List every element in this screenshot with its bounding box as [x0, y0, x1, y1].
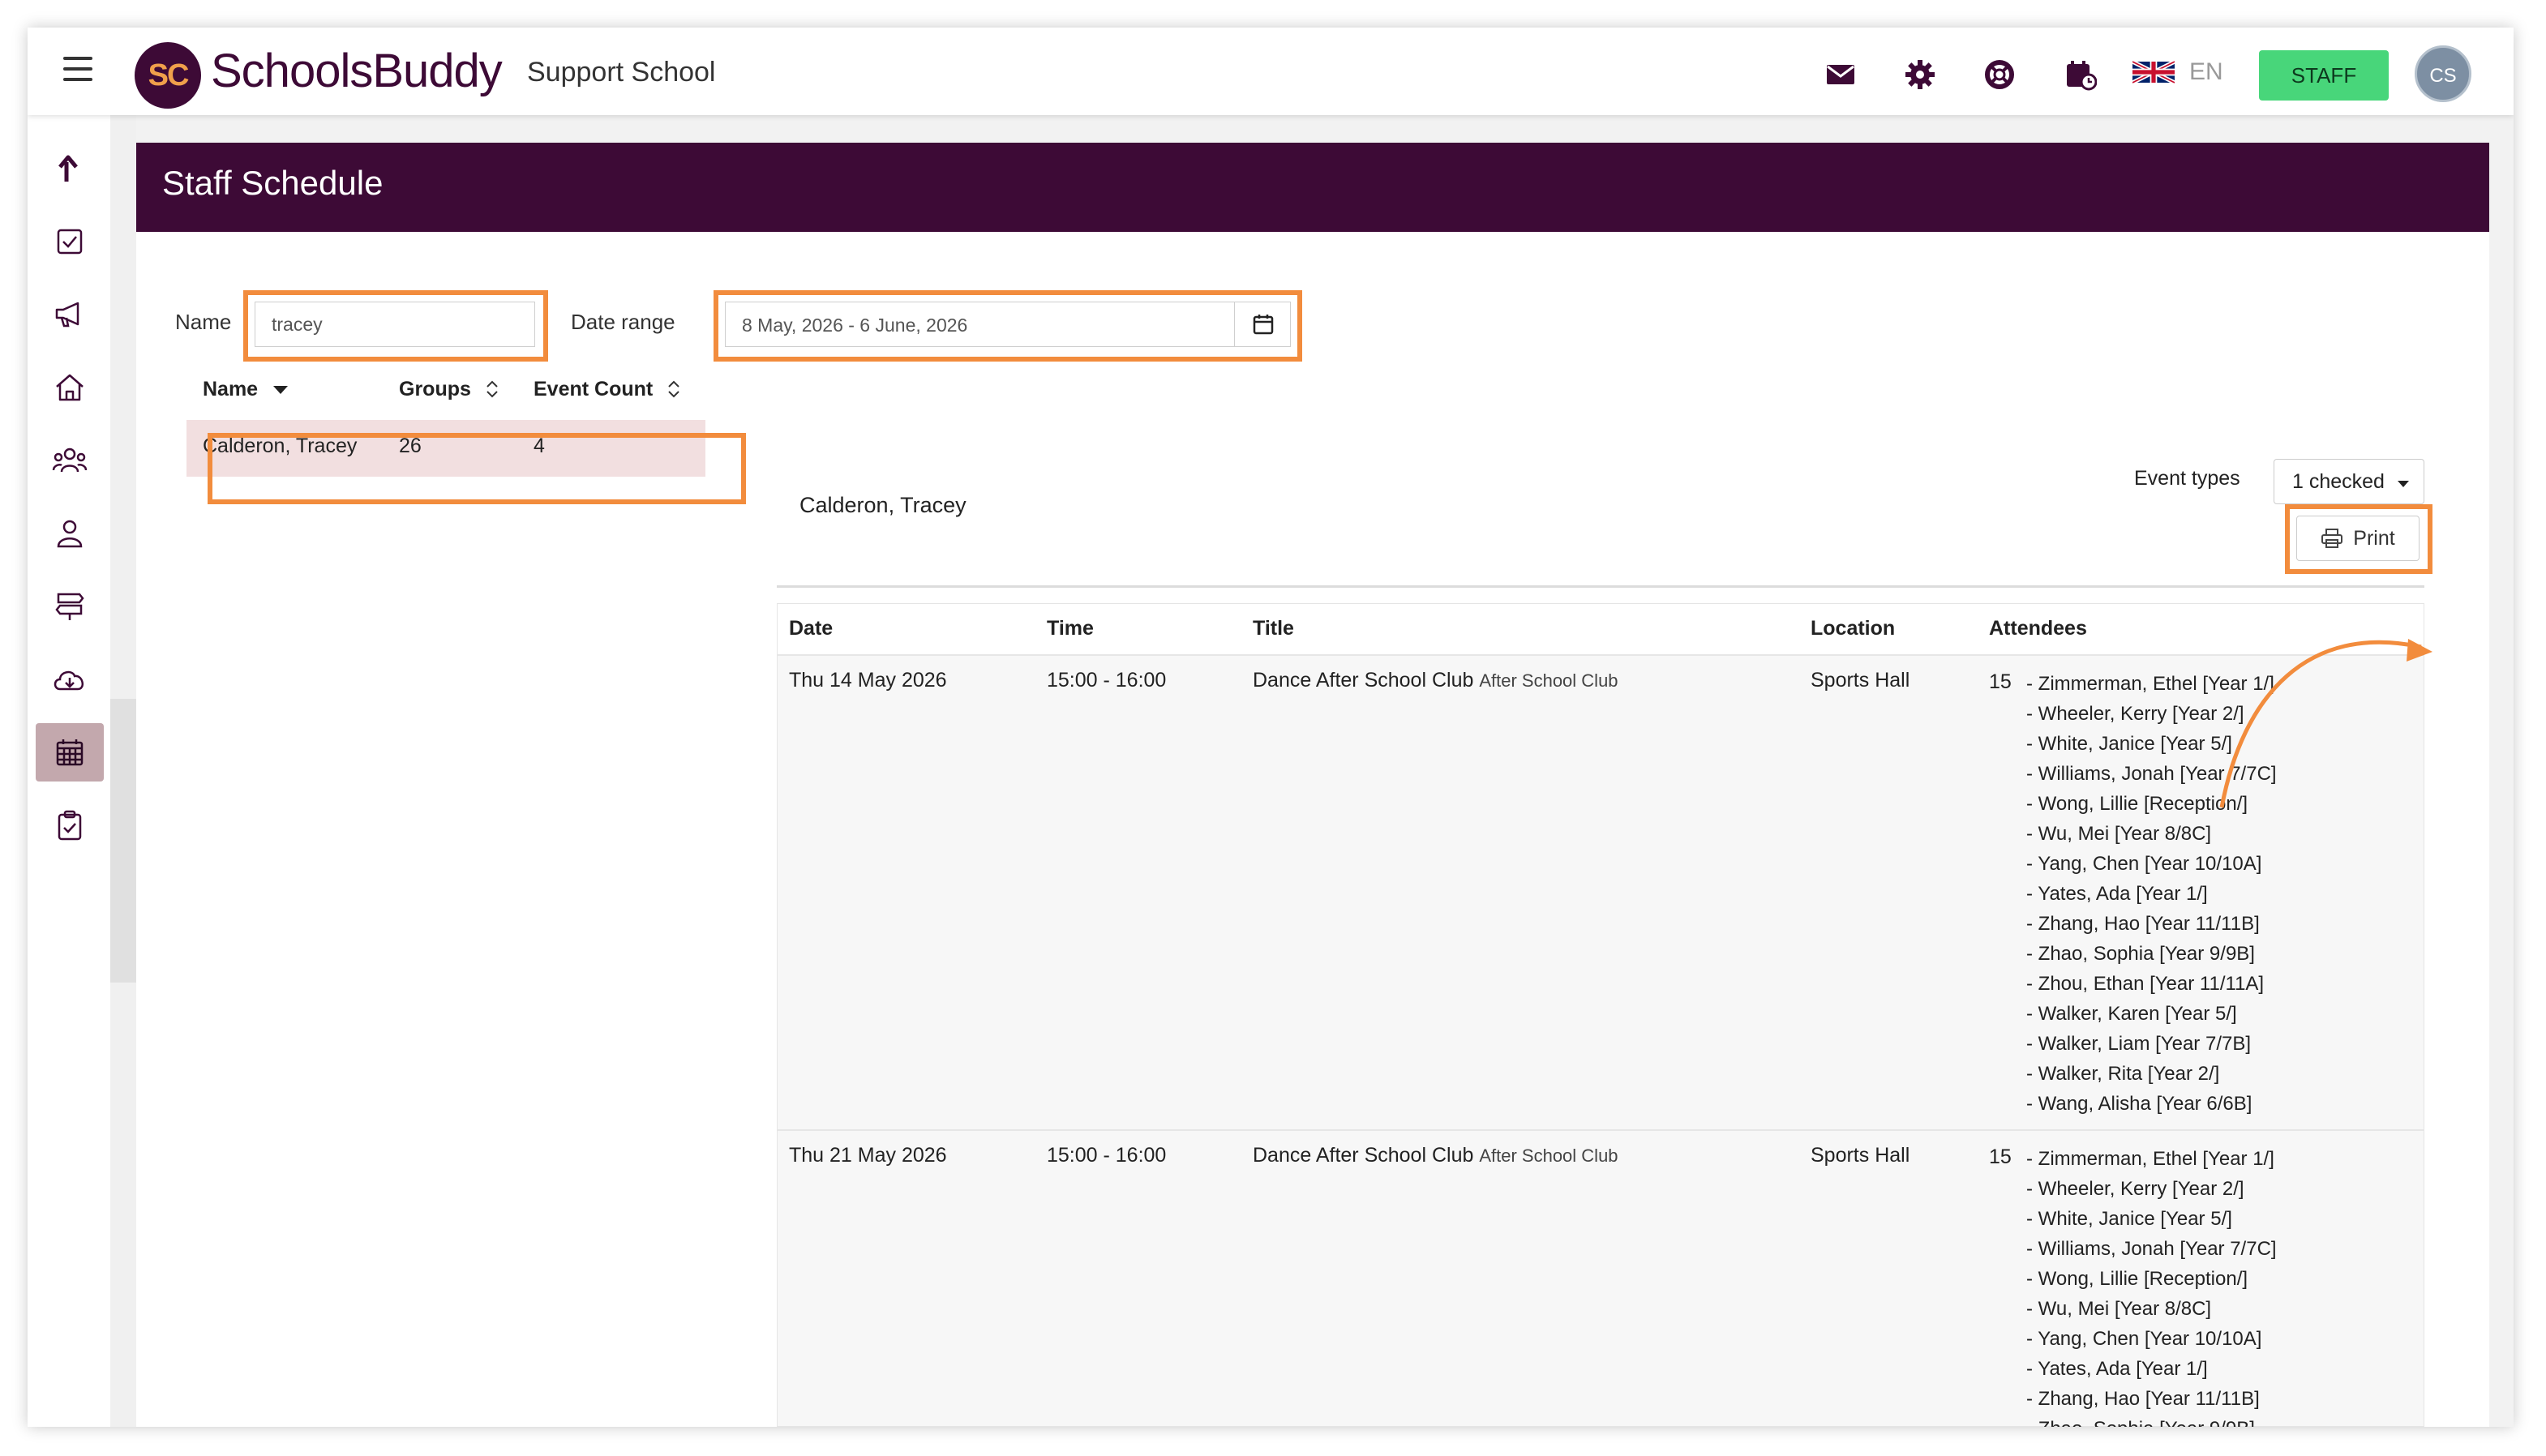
sidebar-item-back[interactable]	[36, 139, 104, 198]
list-item: - Yang, Chen [Year 10/10A]	[2026, 853, 2262, 875]
date-range-label: Date range	[571, 310, 675, 334]
sidebar-item-home[interactable]	[36, 358, 104, 417]
list-item: - Zhang, Hao [Year 11/11B]	[2026, 913, 2260, 935]
list-item: - Wang, Alisha [Year 6/6B]	[2026, 1093, 2252, 1115]
megaphone-icon	[55, 302, 79, 328]
scrollbar-thumb[interactable]	[110, 699, 136, 983]
table-row[interactable]: Thu 21 May 2026 15:00 - 16:00 Dance Afte…	[778, 1131, 2424, 1427]
list-item: - Yang, Chen [Year 10/10A]	[2026, 1328, 2262, 1350]
page-title: Staff Schedule	[162, 164, 384, 202]
school-name: Support School	[527, 57, 716, 88]
top-navbar: SC SchoolsBuddy Support School EN STAFF …	[28, 28, 2514, 115]
sidebar-item-groups[interactable]	[36, 431, 104, 490]
event-types-value: 1 checked	[2292, 470, 2385, 493]
column-header-name[interactable]: Name	[203, 378, 289, 401]
sidebar-scrollbar[interactable]	[110, 115, 136, 1427]
sort-desc-icon	[273, 386, 289, 394]
list-item: - Wong, Lillie [Reception/]	[2026, 1268, 2248, 1290]
page-header: Staff Schedule	[136, 143, 2489, 232]
gear-icon[interactable]	[1904, 58, 1936, 91]
back-arrow-icon	[58, 155, 78, 182]
sidebar-item-registers[interactable]	[36, 796, 104, 854]
header-date: Date	[789, 617, 834, 640]
language-selector[interactable]: EN	[2189, 58, 2223, 86]
event-types-dropdown[interactable]: 1 checked	[2274, 459, 2424, 504]
selected-row-highlight	[208, 433, 746, 504]
list-item: - Zhang, Hao [Year 11/11B]	[2026, 1388, 2260, 1410]
print-label: Print	[2353, 526, 2395, 550]
event-time: 15:00 - 16:00	[1047, 1144, 1167, 1167]
annotation-arrow	[2219, 639, 2432, 808]
event-time: 15:00 - 16:00	[1047, 669, 1167, 692]
home-icon	[56, 374, 84, 401]
header-attendees: Attendees	[1989, 617, 2087, 640]
sidebar-item-tasks[interactable]	[36, 212, 104, 271]
clipboard-check-icon	[58, 810, 82, 841]
uk-flag-icon[interactable]	[2132, 60, 2175, 84]
calendar-icon	[1253, 315, 1273, 335]
sort-icon	[486, 380, 498, 398]
header-location: Location	[1811, 617, 1896, 640]
sidebar-item-profile[interactable]	[36, 504, 104, 563]
list-item: - Wheeler, Kerry [Year 2/]	[2026, 1178, 2244, 1200]
event-types-label: Event types	[2134, 467, 2240, 490]
sidebar-item-announcements[interactable]	[36, 285, 104, 344]
event-location: Sports Hall	[1811, 1144, 1910, 1167]
sidebar-item-directions[interactable]	[36, 577, 104, 636]
calendar-grid-icon	[56, 739, 84, 766]
list-item: - Wu, Mei [Year 8/8C]	[2026, 1298, 2212, 1320]
header-time: Time	[1047, 617, 1094, 640]
event-title: Dance After School Club After School Clu…	[1253, 669, 1618, 692]
attendee-count: 15	[1989, 670, 2012, 693]
brand-name[interactable]: SchoolsBuddy	[211, 44, 503, 98]
list-item: - Zhao, Sophia [Year 9/9B]	[2026, 1414, 2277, 1427]
column-header-groups[interactable]: Groups	[399, 378, 501, 401]
header-title: Title	[1253, 617, 1294, 640]
event-location: Sports Hall	[1811, 669, 1910, 692]
group-icon	[52, 448, 88, 473]
envelope-icon[interactable]	[1824, 58, 1857, 91]
brand-logo[interactable]: SC	[135, 42, 201, 109]
list-item: - White, Janice [Year 5/]	[2026, 1208, 2232, 1230]
list-item: - Zimmerman, Ethel [Year 1/]	[2026, 1148, 2274, 1170]
date-picker-button[interactable]	[1234, 302, 1291, 347]
sidebar	[28, 115, 110, 1427]
selected-staff-name: Calderon, Tracey	[799, 493, 967, 517]
attendee-count: 15	[1989, 1146, 2012, 1168]
name-search-input[interactable]	[255, 302, 535, 347]
list-item: - Zhao, Sophia [Year 9/9B]	[2026, 943, 2255, 965]
calendar-clock-icon[interactable]	[2064, 58, 2097, 91]
date-range-input[interactable]: 8 May, 2026 - 6 June, 2026	[725, 302, 1291, 347]
list-item: - Yates, Ada [Year 1/]	[2026, 1358, 2208, 1380]
signpost-icon	[55, 593, 84, 620]
sidebar-item-downloads[interactable]	[36, 650, 104, 709]
cloud-download-icon	[54, 670, 84, 691]
event-date: Thu 21 May 2026	[789, 1144, 947, 1167]
menu-icon[interactable]	[63, 57, 92, 81]
name-label: Name	[175, 310, 232, 334]
list-item: - Walker, Liam [Year 7/7B]	[2026, 1033, 2252, 1055]
event-title: Dance After School Club After School Clu…	[1253, 1144, 1618, 1167]
sidebar-item-staff-schedule[interactable]	[36, 723, 104, 782]
date-range-value: 8 May, 2026 - 6 June, 2026	[742, 315, 968, 336]
user-icon	[57, 520, 83, 548]
app-window: SC SchoolsBuddy Support School EN STAFF …	[28, 28, 2514, 1427]
sort-icon	[668, 380, 679, 398]
checkbox-icon	[57, 229, 83, 255]
column-header-event-count[interactable]: Event Count	[534, 378, 683, 401]
staff-role-button[interactable]: STAFF	[2259, 50, 2389, 101]
list-item: - Walker, Rita [Year 2/]	[2026, 1063, 2220, 1085]
attendee-list: - Zimmerman, Ethel [Year 1/] - Wheeler, …	[2026, 1144, 2277, 1427]
main-panel: Staff Schedule Name Date range 8 May, 20…	[136, 143, 2489, 1427]
event-date: Thu 14 May 2026	[789, 669, 947, 692]
list-item: - Williams, Jonah [Year 7/7C]	[2026, 1238, 2277, 1260]
avatar[interactable]: CS	[2415, 45, 2471, 102]
event-subtitle: After School Club	[1479, 670, 1618, 691]
chevron-down-icon	[2397, 481, 2409, 487]
list-item: - Yates, Ada [Year 1/]	[2026, 883, 2208, 905]
lifebuoy-icon[interactable]	[1983, 58, 2016, 91]
event-subtitle: After School Club	[1479, 1146, 1618, 1166]
list-item: - Walker, Karen [Year 5/]	[2026, 1003, 2237, 1025]
list-item: - Zhou, Ethan [Year 11/11A]	[2026, 973, 2265, 995]
